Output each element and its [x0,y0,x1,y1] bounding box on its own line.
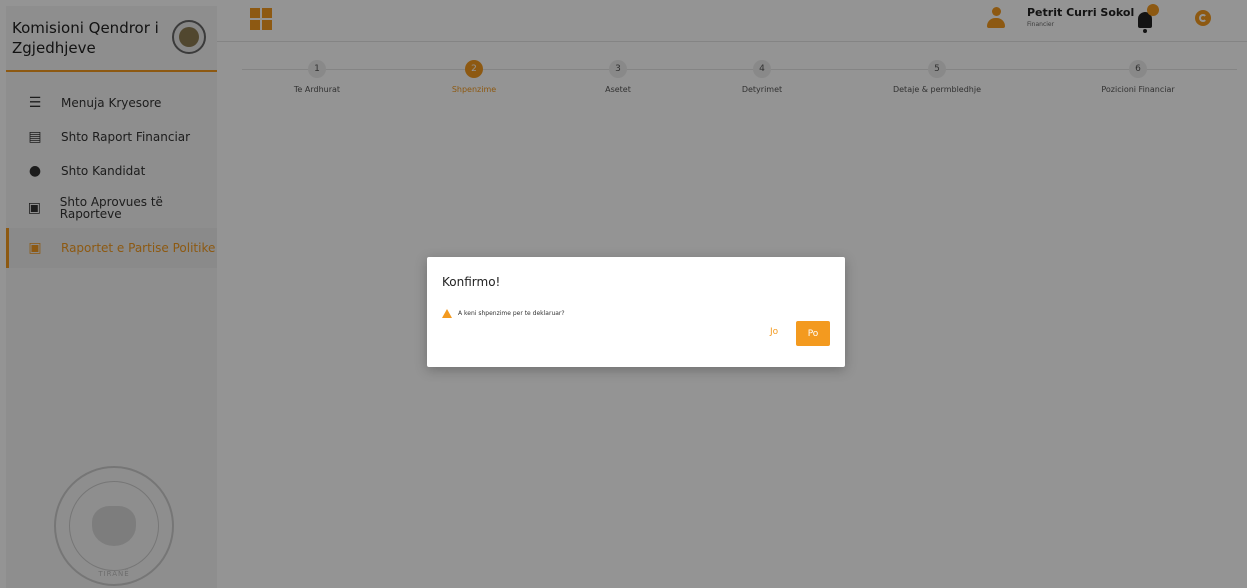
dialog-message-row: A keni shpenzime per te deklaruar? [442,309,565,318]
confirm-dialog: Konfirmo! A keni shpenzime per te deklar… [427,257,845,367]
app-root: Komisioni Qendror i Zgjedhjeve ☰ Menuja … [0,0,1247,588]
warning-icon [442,309,452,318]
yes-button[interactable]: Po [796,321,830,346]
dialog-message: A keni shpenzime per te deklaruar? [458,310,565,317]
dialog-title: Konfirmo! [442,275,501,289]
no-button[interactable]: Jo [770,327,778,337]
